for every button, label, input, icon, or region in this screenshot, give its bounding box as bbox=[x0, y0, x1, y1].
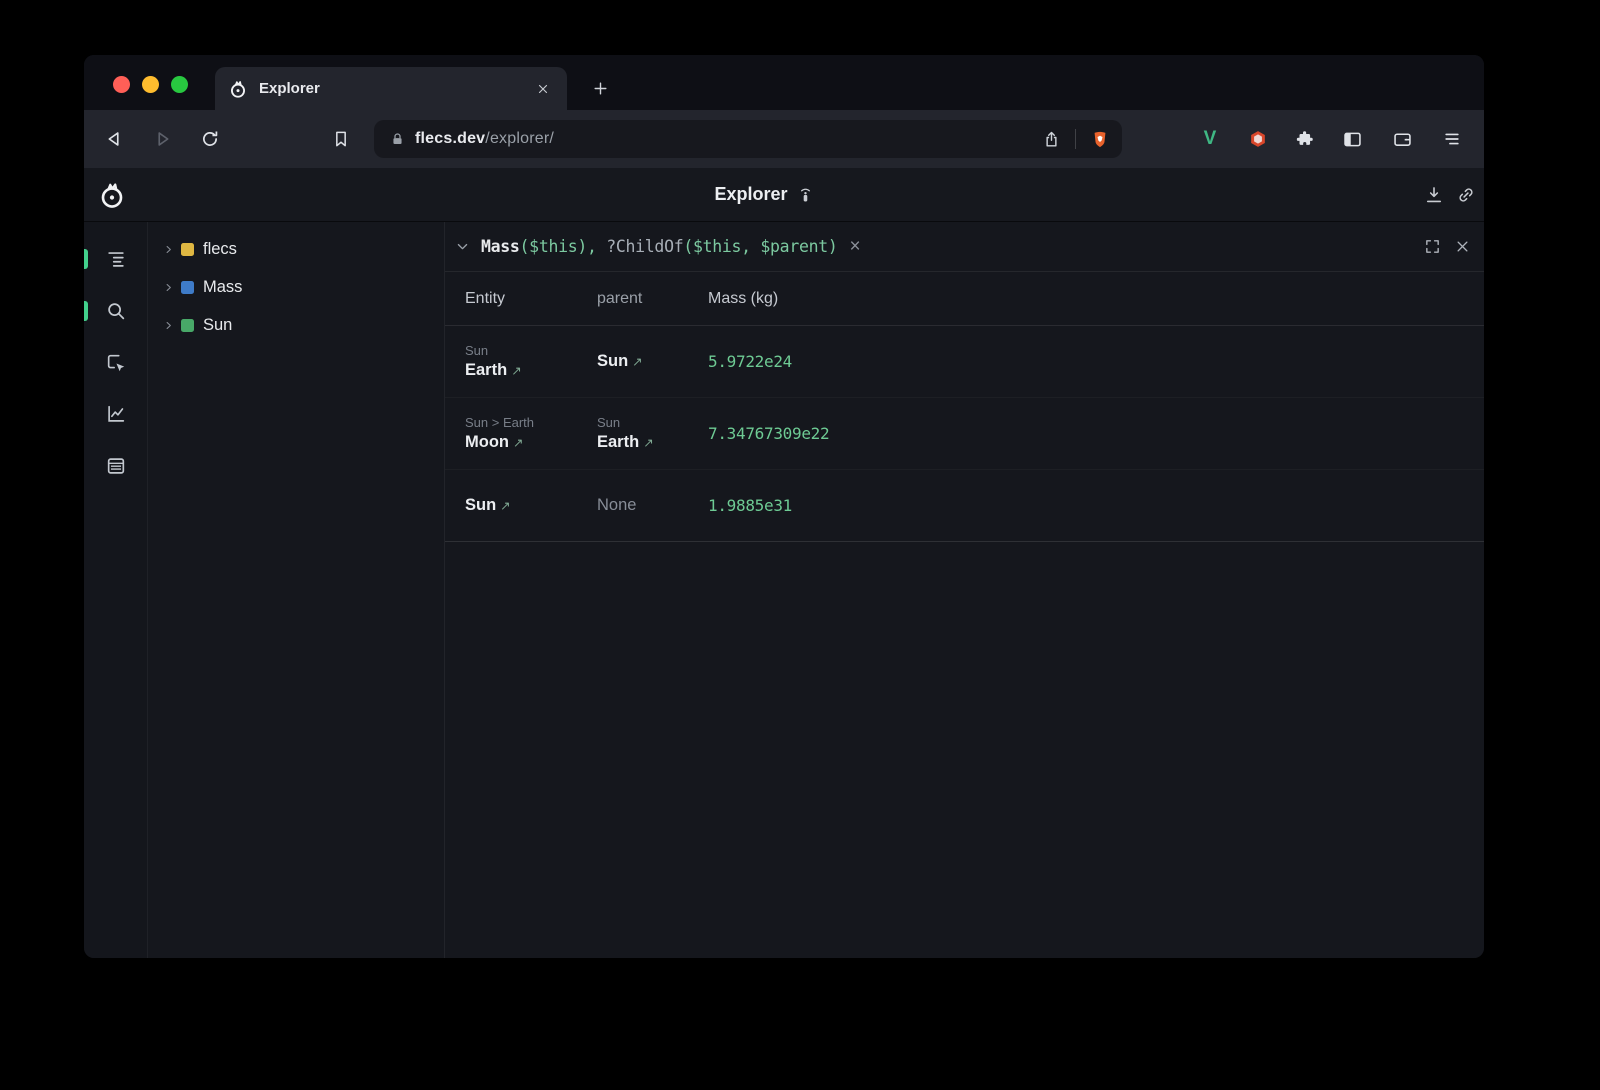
entity-name: Sun bbox=[465, 496, 496, 514]
goto-icon: ↗ bbox=[511, 364, 521, 378]
tree-item-label: flecs bbox=[203, 240, 237, 259]
table-row[interactable]: Sun Earth ↗ Sun ↗ 5.9722e24 bbox=[445, 326, 1484, 398]
chevron-right-icon[interactable] bbox=[160, 244, 176, 255]
brave-shield-icon[interactable] bbox=[1090, 129, 1110, 150]
flecs-logo-icon[interactable] bbox=[97, 180, 127, 210]
clear-query-icon[interactable]: × bbox=[850, 237, 861, 256]
wallet-icon[interactable] bbox=[1390, 127, 1414, 151]
mass-value: 1.9885e31 bbox=[708, 496, 1484, 515]
browser-window: Explorer bbox=[84, 55, 1484, 958]
page-title: Explorer bbox=[714, 184, 787, 205]
entity-name: Earth bbox=[465, 361, 507, 379]
mass-value: 7.34767309e22 bbox=[708, 424, 1484, 443]
close-window-button[interactable] bbox=[113, 76, 130, 93]
window-controls bbox=[113, 76, 188, 93]
table-row[interactable]: Sun ↗ None 1.9885e31 bbox=[445, 470, 1484, 542]
flecs-favicon-icon bbox=[228, 79, 248, 99]
table-header: Entity parent Mass (kg) bbox=[445, 272, 1484, 326]
parent-path: Sun bbox=[597, 415, 708, 430]
active-indicator bbox=[84, 249, 88, 269]
nav-bar: flecs.dev/explorer/ V bbox=[84, 110, 1484, 168]
goto-icon: ↗ bbox=[513, 436, 523, 450]
back-icon[interactable] bbox=[103, 127, 127, 151]
entity-path: Sun bbox=[465, 343, 597, 358]
chevron-down-icon[interactable] bbox=[454, 239, 470, 255]
url-text: flecs.dev/explorer/ bbox=[415, 130, 554, 148]
mass-value: 5.9722e24 bbox=[708, 352, 1484, 371]
url-path: /explorer/ bbox=[485, 130, 554, 147]
forward-icon[interactable] bbox=[150, 127, 174, 151]
column-mass: Mass (kg) bbox=[708, 290, 1484, 308]
hexagon-extension-icon[interactable] bbox=[1246, 127, 1270, 151]
reload-icon[interactable] bbox=[198, 127, 222, 151]
chevron-right-icon[interactable] bbox=[160, 282, 176, 293]
chevron-right-icon[interactable] bbox=[160, 320, 176, 331]
chart-icon[interactable] bbox=[104, 402, 128, 426]
url-host: flecs.dev bbox=[415, 130, 485, 147]
entity-link[interactable]: Sun ↗ bbox=[465, 496, 597, 515]
parent-name: Earth bbox=[597, 433, 639, 451]
tree-item-flecs[interactable]: flecs bbox=[148, 230, 444, 268]
goto-icon: ↗ bbox=[500, 499, 510, 513]
icon-rail bbox=[84, 222, 148, 958]
app-header: Explorer bbox=[84, 168, 1484, 222]
maximize-window-button[interactable] bbox=[171, 76, 188, 93]
goto-icon: ↗ bbox=[643, 436, 653, 450]
tree-item-sun[interactable]: Sun bbox=[148, 306, 444, 344]
tree-item-mass[interactable]: Mass bbox=[148, 268, 444, 306]
entity-tree-panel: flecs Mass Sun bbox=[148, 222, 445, 958]
divider bbox=[1075, 129, 1076, 149]
inspect-icon[interactable] bbox=[104, 351, 128, 375]
address-bar[interactable]: flecs.dev/explorer/ bbox=[374, 120, 1122, 158]
extensions-puzzle-icon[interactable] bbox=[1293, 127, 1317, 151]
tab-explorer[interactable]: Explorer bbox=[215, 67, 567, 110]
tab-title: Explorer bbox=[259, 80, 521, 97]
query-expression[interactable]: Mass($this), ?ChildOf($this, $parent) bbox=[481, 237, 838, 256]
entity-link[interactable]: Moon ↗ bbox=[465, 433, 597, 452]
parent-value: None bbox=[597, 496, 708, 515]
tree-item-label: Sun bbox=[203, 316, 232, 335]
entity-color-swatch bbox=[181, 281, 194, 294]
vue-devtools-extension-icon[interactable]: V bbox=[1198, 127, 1222, 151]
query-bar: Mass($this), ?ChildOf($this, $parent) × bbox=[445, 222, 1484, 272]
close-panel-icon[interactable] bbox=[1451, 236, 1473, 258]
table-row[interactable]: Sun > Earth Moon ↗ Sun Earth ↗ 7.34767309e… bbox=[445, 398, 1484, 470]
data-table-icon[interactable] bbox=[104, 454, 128, 478]
tab-strip: Explorer bbox=[84, 55, 1484, 110]
entity-color-swatch bbox=[181, 243, 194, 256]
column-entity: Entity bbox=[465, 290, 597, 308]
column-parent: parent bbox=[597, 290, 708, 308]
tab-close-icon[interactable] bbox=[532, 78, 554, 100]
entity-name: Moon bbox=[465, 433, 509, 451]
new-tab-button[interactable] bbox=[587, 75, 613, 101]
minimize-window-button[interactable] bbox=[142, 76, 159, 93]
parent-link[interactable]: Earth ↗ bbox=[597, 433, 708, 452]
connection-icon[interactable] bbox=[798, 185, 814, 204]
active-indicator bbox=[84, 301, 88, 321]
download-icon[interactable] bbox=[1421, 182, 1447, 208]
parent-name: Sun bbox=[597, 352, 628, 370]
tree-view-icon[interactable] bbox=[104, 247, 128, 271]
entity-link[interactable]: Earth ↗ bbox=[465, 361, 597, 380]
goto-icon: ↗ bbox=[632, 355, 642, 369]
content-area: flecs Mass Sun bbox=[84, 222, 1484, 958]
entity-color-swatch bbox=[181, 319, 194, 332]
tree-item-label: Mass bbox=[203, 278, 242, 297]
fullscreen-icon[interactable] bbox=[1421, 236, 1443, 258]
share-icon[interactable] bbox=[1042, 130, 1061, 149]
query-panel: Mass($this), ?ChildOf($this, $parent) × … bbox=[445, 222, 1484, 958]
menu-icon[interactable] bbox=[1440, 127, 1464, 151]
bookmark-icon[interactable] bbox=[329, 127, 353, 151]
link-icon[interactable] bbox=[1453, 182, 1479, 208]
sidebar-toggle-icon[interactable] bbox=[1340, 127, 1364, 151]
entity-path: Sun > Earth bbox=[465, 415, 597, 430]
search-icon[interactable] bbox=[104, 299, 128, 323]
parent-link[interactable]: Sun ↗ bbox=[597, 352, 708, 371]
lock-icon bbox=[390, 131, 405, 147]
